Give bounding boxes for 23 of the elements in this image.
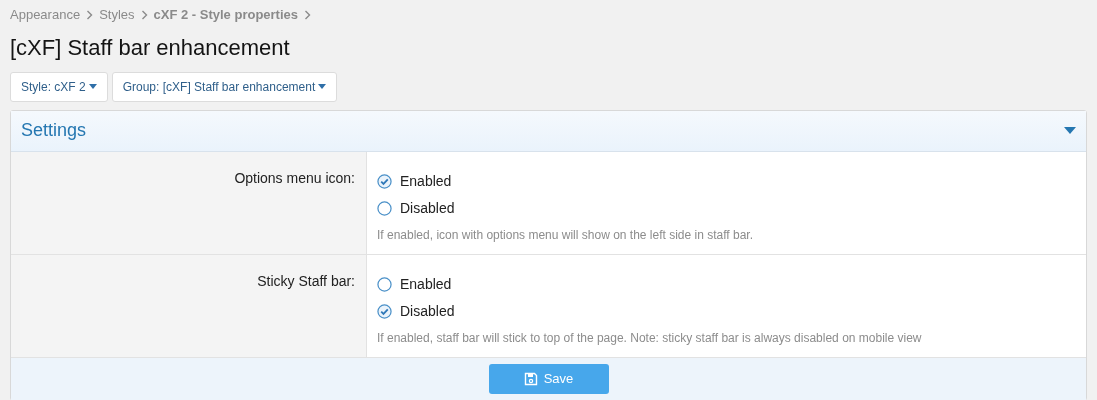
setting-label: Options menu icon: [234, 168, 355, 188]
chevron-right-icon [86, 9, 94, 20]
panel-title: Settings [21, 119, 87, 142]
page-title: [cXF] Staff bar enhancement [10, 33, 291, 62]
checked-radio-icon[interactable] [377, 303, 392, 319]
panel-header[interactable]: Settings [11, 110, 1086, 152]
radio-icon[interactable] [377, 200, 392, 216]
setting-hint: If enabled, staff bar will stick to top of the page. Note: sticky staff bar is always disabled on mobile view [377, 329, 923, 347]
radio-icon[interactable] [377, 276, 392, 292]
radio-label[interactable]: Disabled [400, 300, 455, 322]
filter-dropdown[interactable]: Group: [cXF] Staff bar enhancement [111, 71, 338, 102]
checked-radio-icon[interactable] [377, 173, 392, 189]
radio-label[interactable]: Enabled [400, 273, 452, 295]
setting-hint: If enabled, icon with options menu will show on the left side in staff bar. [377, 226, 754, 244]
radio-label[interactable]: Enabled [400, 170, 452, 192]
chevron-right-icon [304, 9, 312, 20]
filter-dropdown[interactable]: Style: cXF 2 [10, 71, 108, 102]
caret-down-icon [88, 84, 97, 89]
radio-label[interactable]: Disabled [400, 197, 455, 219]
setting-label: Sticky Staff bar: [257, 271, 355, 291]
chevron-right-icon [140, 9, 148, 20]
caret-down-icon [318, 84, 327, 89]
caret-down-icon[interactable] [1064, 126, 1076, 135]
